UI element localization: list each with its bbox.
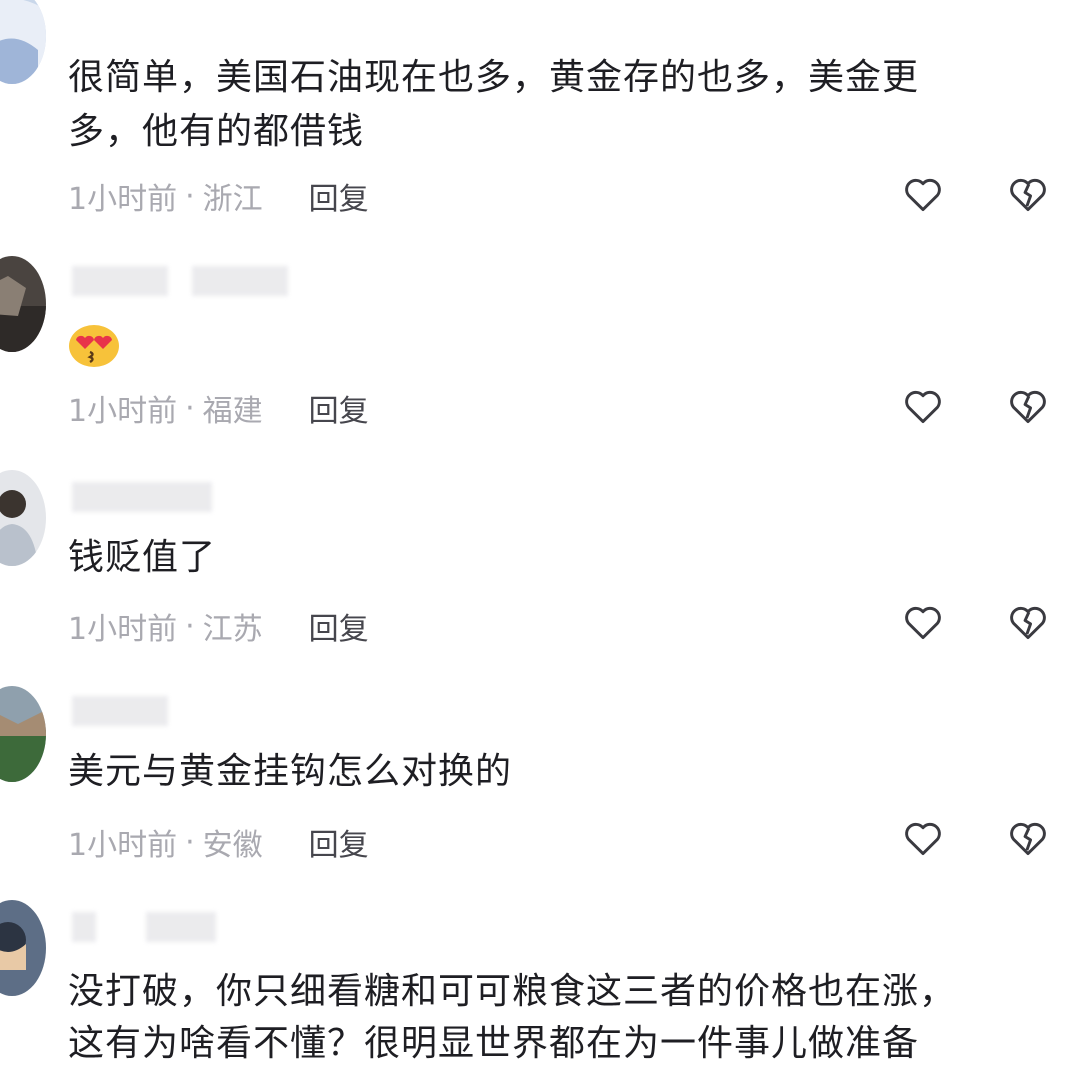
comment-text-line: 很简单，美国石油现在也多，黄金存的也多，美金更 bbox=[68, 57, 920, 98]
broken-heart-icon bbox=[1010, 606, 1046, 640]
timestamp: 1小时前 bbox=[68, 612, 178, 647]
location: 浙江 bbox=[202, 182, 263, 217]
username-blurred bbox=[72, 266, 168, 296]
comment-text-line: 这有为啥看不懂？很明显世界都在为一件事儿做准备 bbox=[68, 1023, 920, 1064]
username-blurred bbox=[192, 266, 288, 296]
username-blurred bbox=[72, 482, 212, 512]
reply-button[interactable]: 回复 bbox=[309, 820, 369, 864]
comment-text: 美元与黄金挂钩怎么对换的 bbox=[68, 751, 513, 792]
comment-item: 钱贬值了 1小时前 · 江苏 回复 bbox=[0, 466, 1092, 666]
heart-outline-icon bbox=[905, 178, 941, 212]
location: 安徽 bbox=[202, 828, 263, 863]
comment-item: 1小时前 · 福建 回复 bbox=[0, 250, 1092, 450]
dislike-button[interactable] bbox=[1006, 172, 1050, 216]
reply-button[interactable]: 回复 bbox=[309, 604, 369, 648]
heart-outline-icon bbox=[905, 822, 941, 856]
avatar[interactable] bbox=[0, 256, 46, 352]
broken-heart-icon bbox=[1010, 822, 1046, 856]
separator-dot: · bbox=[185, 608, 195, 644]
like-button[interactable] bbox=[901, 816, 945, 860]
heart-outline-icon bbox=[905, 606, 941, 640]
comment-text-line: 多，他有的都借钱 bbox=[68, 111, 365, 152]
avatar[interactable] bbox=[0, 470, 46, 566]
avatar[interactable] bbox=[0, 686, 46, 782]
dislike-button[interactable] bbox=[1006, 384, 1050, 428]
comment-meta: 1小时前 · 浙江 回复 bbox=[68, 174, 369, 218]
comment-text: 钱贬值了 bbox=[68, 537, 217, 578]
separator-dot: · bbox=[185, 390, 195, 426]
location: 福建 bbox=[202, 394, 263, 429]
heart-outline-icon bbox=[905, 390, 941, 424]
timestamp: 1小时前 bbox=[68, 182, 178, 217]
username-blurred bbox=[72, 696, 168, 726]
separator-dot: · bbox=[185, 824, 195, 860]
reply-button[interactable]: 回复 bbox=[309, 386, 369, 430]
comment-item: 没打破，你只细看糖和可可粮食这三者的价格也在涨， 这有为啥看不懂？很明显世界都在… bbox=[0, 896, 1092, 1082]
username-blurred bbox=[72, 912, 96, 942]
like-button[interactable] bbox=[901, 384, 945, 428]
separator-dot: · bbox=[185, 178, 195, 214]
reply-button[interactable]: 回复 bbox=[309, 174, 369, 218]
like-button[interactable] bbox=[901, 172, 945, 216]
comment-text-line: 没打破，你只细看糖和可可粮食这三者的价格也在涨， bbox=[68, 971, 957, 1012]
dislike-button[interactable] bbox=[1006, 600, 1050, 644]
timestamp: 1小时前 bbox=[68, 828, 178, 863]
like-button[interactable] bbox=[901, 600, 945, 644]
avatar[interactable] bbox=[0, 900, 46, 996]
comment-meta: 1小时前 · 江苏 回复 bbox=[68, 604, 369, 648]
location: 江苏 bbox=[202, 612, 263, 647]
username-blurred bbox=[146, 912, 216, 942]
comment-meta: 1小时前 · 安徽 回复 bbox=[68, 820, 369, 864]
broken-heart-icon bbox=[1010, 390, 1046, 424]
kissing-heart-eyes-emoji bbox=[68, 324, 120, 368]
comment-item: 美元与黄金挂钩怎么对换的 1小时前 · 安徽 回复 bbox=[0, 680, 1092, 880]
broken-heart-icon bbox=[1010, 178, 1046, 212]
timestamp: 1小时前 bbox=[68, 394, 178, 429]
comment-meta: 1小时前 · 福建 回复 bbox=[68, 386, 369, 430]
avatar[interactable] bbox=[0, 0, 46, 84]
dislike-button[interactable] bbox=[1006, 816, 1050, 860]
comment-item: 很简单，美国石油现在也多，黄金存的也多，美金更 多，他有的都借钱 1小时前 · … bbox=[0, 0, 1092, 230]
